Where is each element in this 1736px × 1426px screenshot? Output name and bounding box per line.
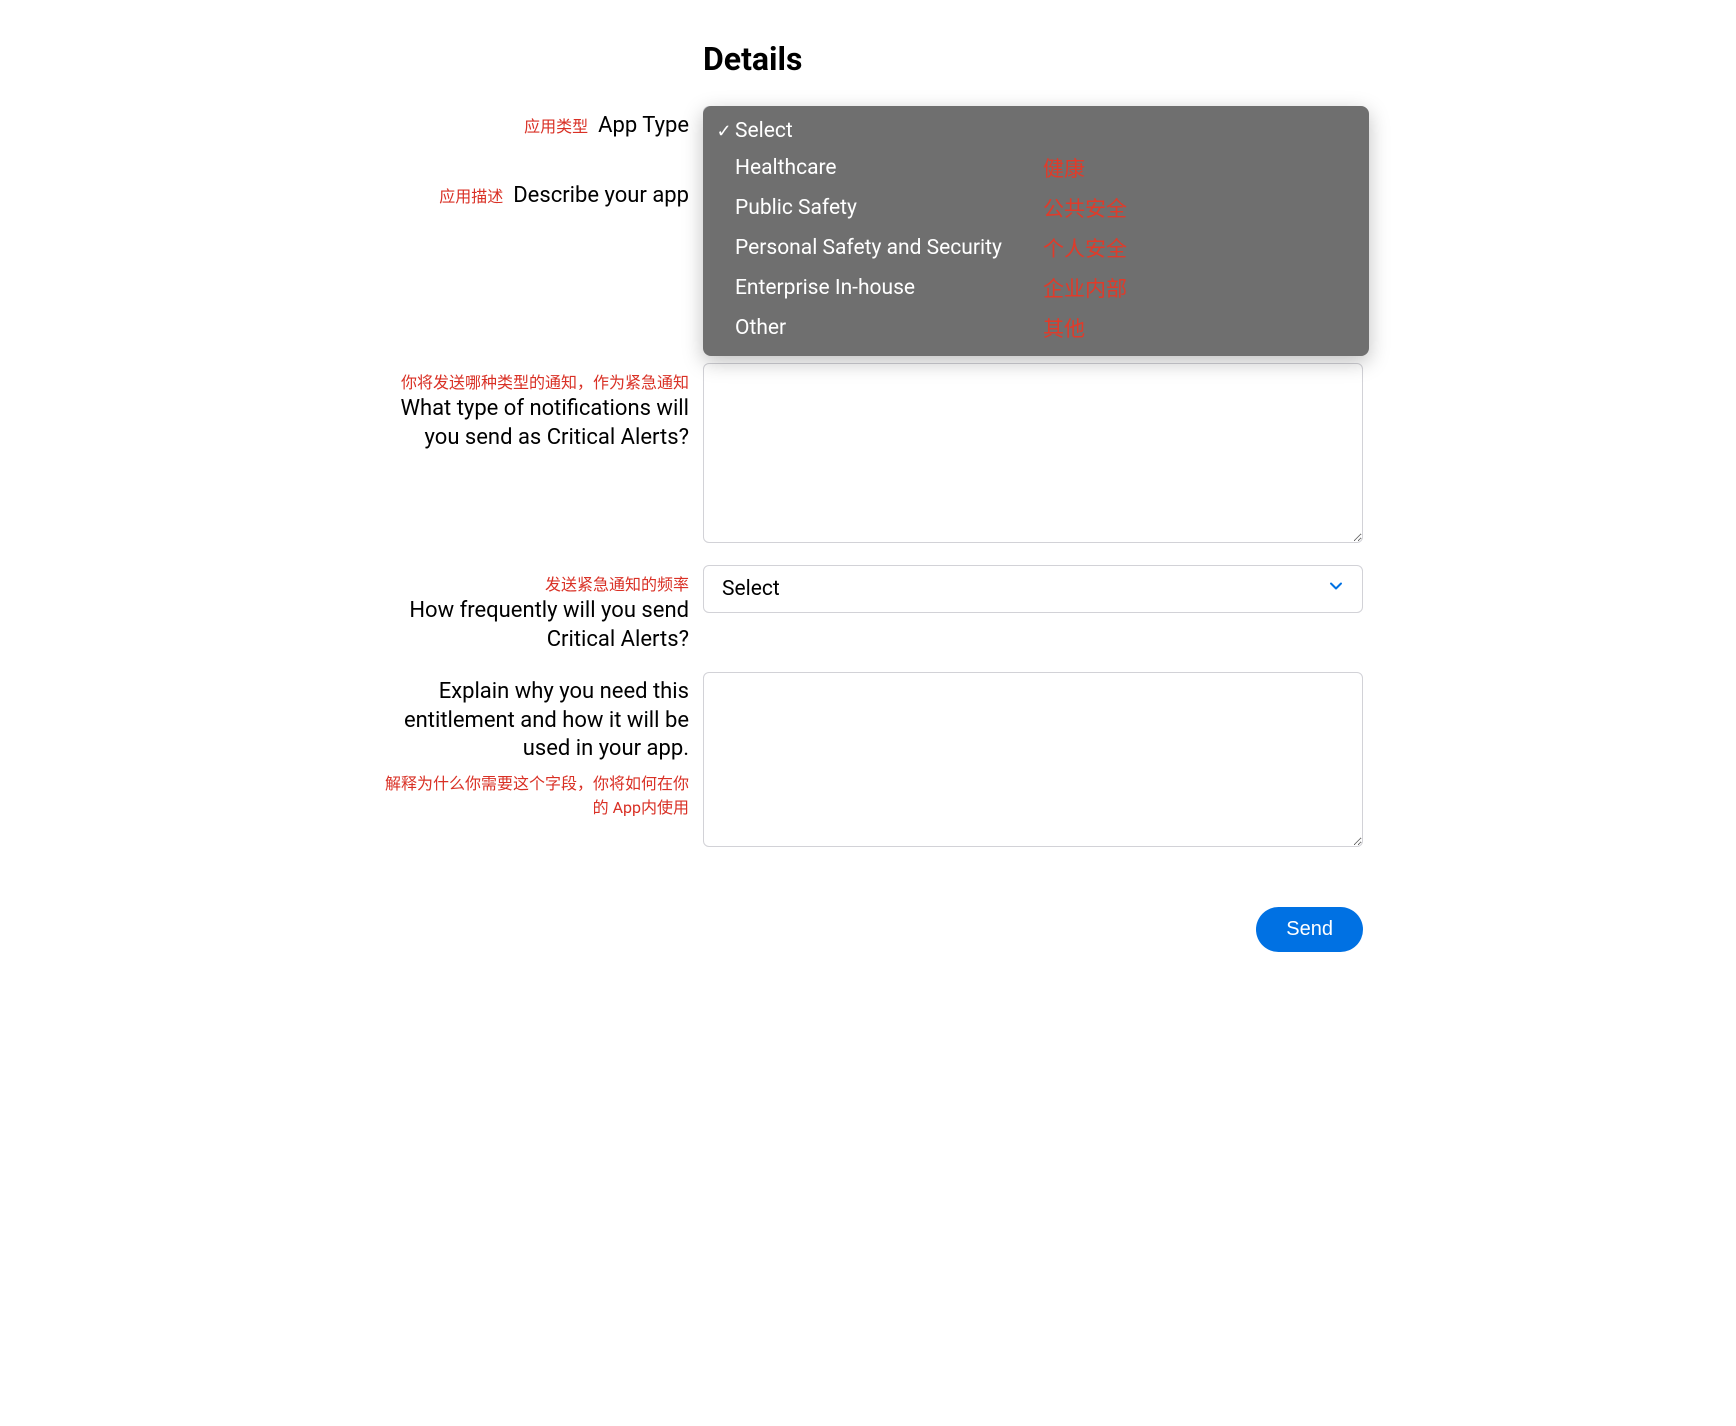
explain-textarea[interactable]: [703, 672, 1363, 847]
dropdown-option-label: Select: [735, 119, 1043, 143]
dropdown-option-other[interactable]: Other 其他: [703, 308, 1369, 348]
notif-type-annotation: 你将发送哪种类型的通知，作为紧急通知: [373, 369, 689, 393]
check-icon: ✓: [713, 121, 735, 142]
notif-type-label: What type of notifications will you send…: [373, 395, 689, 452]
row-explain: Explain why you need this entitlement an…: [373, 672, 1363, 851]
explain-label: Explain why you need this entitlement an…: [373, 678, 689, 764]
notif-type-textarea[interactable]: [703, 363, 1363, 543]
row-frequency: 发送紧急通知的频率 How frequently will you send C…: [373, 565, 1363, 654]
dropdown-option-annotation: 其他: [1043, 313, 1085, 343]
dropdown-option-annotation: 公共安全: [1043, 193, 1127, 223]
dropdown-option-label: Personal Safety and Security: [735, 236, 1043, 260]
app-type-label: App Type: [598, 113, 689, 138]
dropdown-option-enterprise[interactable]: Enterprise In-house 企业内部: [703, 268, 1369, 308]
describe-annotation: 应用描述: [439, 187, 503, 206]
frequency-label: How frequently will you send Critical Al…: [373, 597, 689, 654]
app-type-annotation: 应用类型: [524, 117, 588, 136]
explain-annotation: 解释为什么你需要这个字段，你将如何在你的 App内使用: [373, 770, 689, 818]
frequency-annotation: 发送紧急通知的频率: [373, 571, 689, 595]
dropdown-option-label: Other: [735, 316, 1043, 340]
row-app-type: 应用类型 App Type Select ✓ Select Healthcare…: [373, 106, 1363, 154]
dropdown-option-label: Public Safety: [735, 196, 1043, 220]
send-row: Send: [373, 907, 1363, 952]
chevron-down-icon: [1326, 576, 1346, 602]
dropdown-option-public-safety[interactable]: Public Safety 公共安全: [703, 188, 1369, 228]
dropdown-option-personal-safety[interactable]: Personal Safety and Security 个人安全: [703, 228, 1369, 268]
dropdown-option-label: Enterprise In-house: [735, 276, 1043, 300]
dropdown-option-label: Healthcare: [735, 156, 1043, 180]
frequency-selected-value: Select: [722, 577, 780, 601]
dropdown-option-annotation: 健康: [1043, 153, 1085, 183]
dropdown-option-healthcare[interactable]: Healthcare 健康: [703, 148, 1369, 188]
app-type-dropdown: ✓ Select Healthcare 健康 Public Safety 公共安…: [703, 106, 1369, 356]
send-button[interactable]: Send: [1256, 907, 1363, 952]
page-heading: Details: [703, 40, 1363, 78]
describe-label: Describe your app: [513, 183, 689, 208]
row-notification-type: 你将发送哪种类型的通知，作为紧急通知 What type of notifica…: [373, 363, 1363, 547]
dropdown-option-annotation: 个人安全: [1043, 233, 1127, 263]
dropdown-option-annotation: 企业内部: [1043, 273, 1127, 303]
dropdown-option-select[interactable]: ✓ Select: [703, 114, 1369, 148]
frequency-select[interactable]: Select: [703, 565, 1363, 613]
